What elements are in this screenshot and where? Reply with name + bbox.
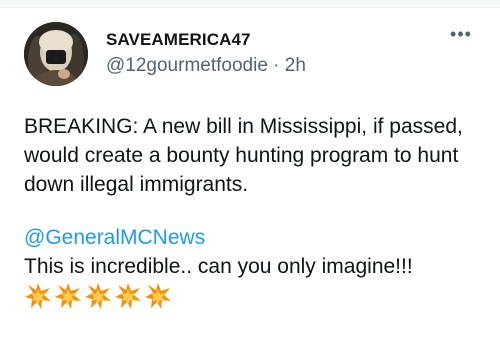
tweet-card[interactable]: SAVEAMERICA47 @12gourmetfoodie · 2h ••• … (0, 8, 500, 348)
collision-emoji-icon (54, 282, 82, 310)
author-display-name[interactable]: SAVEAMERICA47 (106, 30, 251, 50)
emoji-row (24, 282, 484, 310)
meta-separator: · (273, 55, 280, 76)
author-meta: @12gourmetfoodie · 2h (106, 55, 306, 77)
tweet-text: BREAKING: A new bill in Mississippi, if … (24, 112, 484, 310)
avatar[interactable] (24, 22, 88, 86)
tweet-headline: BREAKING: A new bill in Mississippi, if … (24, 115, 463, 196)
more-horizontal-icon: ••• (450, 24, 472, 44)
author-handle[interactable]: @12gourmetfoodie (106, 55, 268, 76)
collision-emoji-icon (144, 282, 172, 310)
collision-emoji-icon (114, 282, 142, 310)
mention-link[interactable]: @GeneralMCNews (24, 226, 205, 249)
collision-emoji-icon (24, 282, 52, 310)
top-divider (0, 0, 500, 8)
collision-emoji-icon (84, 282, 112, 310)
tweet-comment: This is incredible.. can you only imagin… (24, 255, 413, 278)
tweet-timestamp[interactable]: 2h (285, 55, 306, 76)
more-options-button[interactable]: ••• (446, 24, 476, 44)
